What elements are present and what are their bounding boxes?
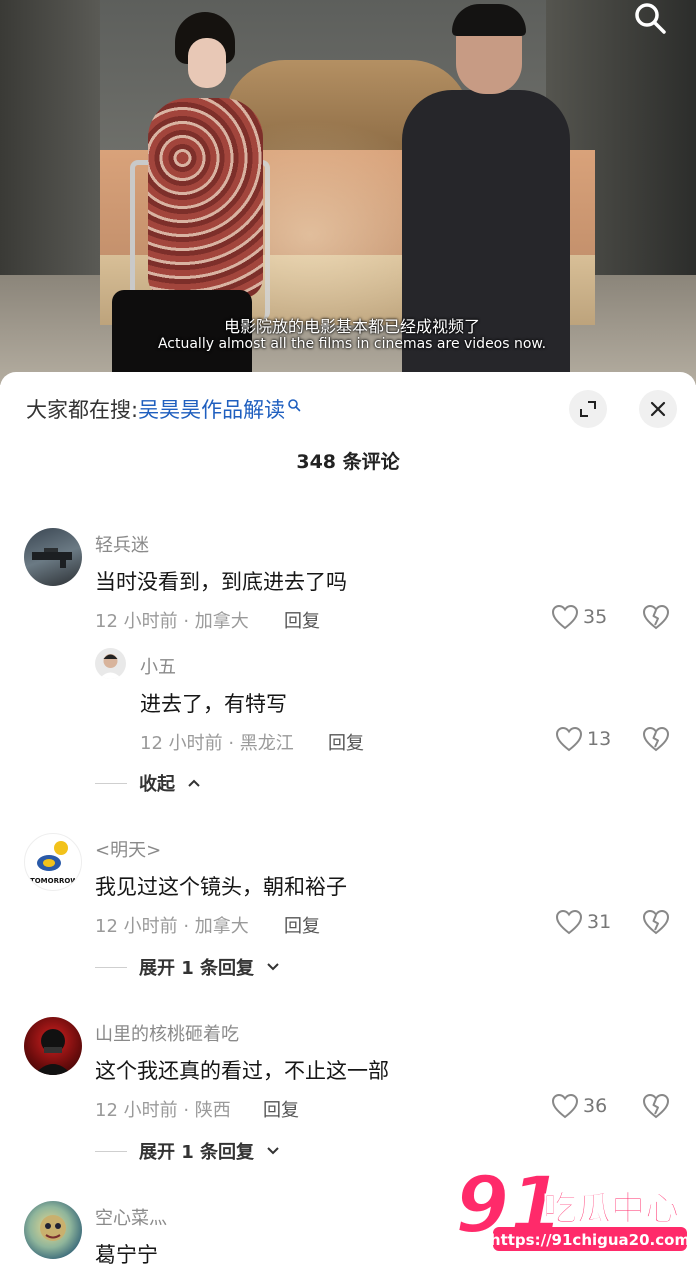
search-button[interactable] — [632, 0, 672, 40]
trending-search-keyword[interactable]: 吴昊昊作品解读 — [138, 394, 285, 424]
reply-button[interactable]: 回复 — [328, 729, 364, 755]
broken-heart-icon — [642, 726, 670, 752]
comment-meta: 12 小时前 · 加拿大 — [95, 916, 249, 937]
avatar[interactable] — [24, 1201, 82, 1259]
comment-text: 我见过这个镜头，朝和裕子 — [95, 875, 347, 899]
avatar-image: TOMORROW — [30, 841, 78, 885]
video-frame-woman-dress — [148, 98, 263, 298]
divider — [95, 1150, 127, 1152]
watermark-text: 吃瓜中心 — [543, 1189, 679, 1229]
heart-icon — [555, 726, 583, 752]
avatar-image — [32, 548, 72, 568]
comment-username[interactable]: <明天> — [95, 836, 161, 862]
avatar[interactable]: TOMORROW — [24, 833, 82, 891]
trending-search-prefix: 大家都在搜: — [26, 398, 139, 422]
avatar-image — [34, 1029, 72, 1075]
video-frame-woman-face — [188, 38, 226, 88]
chevron-down-icon — [267, 1147, 279, 1155]
reply-button[interactable]: 回复 — [284, 607, 320, 633]
collapse-label: 收起 — [139, 774, 175, 795]
broken-heart-icon — [642, 604, 670, 630]
comment-meta: 12 小时前 · 加拿大 — [95, 611, 249, 632]
comment-count: 348 条评论 — [296, 451, 400, 473]
dislike-button[interactable] — [642, 908, 670, 940]
expand-replies-button[interactable]: 展开 1 条回复 — [95, 954, 280, 980]
like-button[interactable]: 31 — [555, 909, 611, 935]
comment-username[interactable]: 山里的核桃砸着吃 — [95, 1020, 239, 1046]
like-button[interactable]: 13 — [555, 726, 611, 752]
svg-text:TOMORROW: TOMORROW — [30, 877, 78, 885]
comment-username[interactable]: 轻兵迷 — [95, 531, 149, 557]
search-icon — [288, 399, 301, 412]
avatar-image — [99, 654, 122, 679]
avatar[interactable] — [95, 648, 126, 679]
broken-heart-icon — [642, 1093, 670, 1119]
comment-text: 这个我还真的看过，不止这一部 — [95, 1059, 389, 1083]
reply-meta: 12 小时前 · 黑龙江 — [140, 733, 294, 754]
like-count: 31 — [587, 911, 612, 933]
close-icon — [650, 401, 666, 417]
watermark-url: https://91chigua20.com — [490, 1231, 690, 1249]
avatar[interactable] — [24, 528, 82, 586]
dislike-button[interactable] — [642, 1092, 670, 1124]
video-frame-man-hair — [452, 4, 526, 36]
dislike-button[interactable] — [642, 725, 670, 757]
like-button[interactable]: 36 — [551, 1093, 607, 1119]
search-icon — [635, 3, 666, 34]
expand-label: 展开 1 条回复 — [139, 958, 255, 979]
like-count: 35 — [583, 606, 608, 628]
subtitle-chinese: 电影院放的电影基本都已经成视频了 — [223, 317, 480, 336]
heart-icon — [551, 604, 579, 630]
reply-button[interactable]: 回复 — [263, 1096, 299, 1122]
comment-username[interactable]: 空心菜灬 — [95, 1204, 167, 1230]
dislike-button[interactable] — [642, 603, 670, 635]
heart-icon — [551, 1093, 579, 1119]
expand-button[interactable] — [569, 390, 607, 428]
chevron-down-icon — [267, 963, 279, 971]
heart-icon — [555, 909, 583, 935]
like-count: 13 — [587, 728, 612, 750]
subtitle-english: Actually almost all the films in cinemas… — [157, 336, 547, 352]
video-player[interactable]: 电影院放的电影基本都已经成视频了 Actually almost all the… — [0, 0, 696, 385]
reply-username[interactable]: 小五 — [140, 653, 176, 679]
divider — [95, 966, 127, 968]
comment-meta: 12 小时前 · 陕西 — [95, 1100, 231, 1121]
reply-text: 进去了，有特写 — [140, 692, 287, 716]
chevron-up-icon — [188, 779, 200, 787]
reply-button[interactable]: 回复 — [284, 912, 320, 938]
expand-replies-button[interactable]: 展开 1 条回复 — [95, 1138, 280, 1164]
avatar-image — [40, 1215, 66, 1241]
collapse-replies-button[interactable]: 收起 — [95, 770, 201, 796]
comment-text: 当时没看到，到底进去了吗 — [95, 570, 347, 594]
like-button[interactable]: 35 — [551, 604, 607, 630]
comments-sheet: 大家都在搜: 吴昊昊作品解读 348 条评论 轻兵迷 当时没看到，到底进去了吗 — [0, 372, 696, 1280]
broken-heart-icon — [642, 909, 670, 935]
like-count: 36 — [583, 1095, 608, 1117]
divider — [95, 782, 127, 784]
expand-label: 展开 1 条回复 — [139, 1142, 255, 1163]
avatar[interactable] — [24, 1017, 82, 1075]
close-button[interactable] — [639, 390, 677, 428]
watermark-graphic: 91 吃瓜中心 https://91chigua20.com — [454, 1160, 690, 1252]
trending-search[interactable]: 大家都在搜: 吴昊昊作品解读 — [26, 394, 301, 424]
comment-text: 葛宁宁 — [95, 1243, 158, 1267]
watermark-logo: 91 吃瓜中心 https://91chigua20.com — [454, 1160, 690, 1260]
expand-icon — [580, 401, 596, 417]
